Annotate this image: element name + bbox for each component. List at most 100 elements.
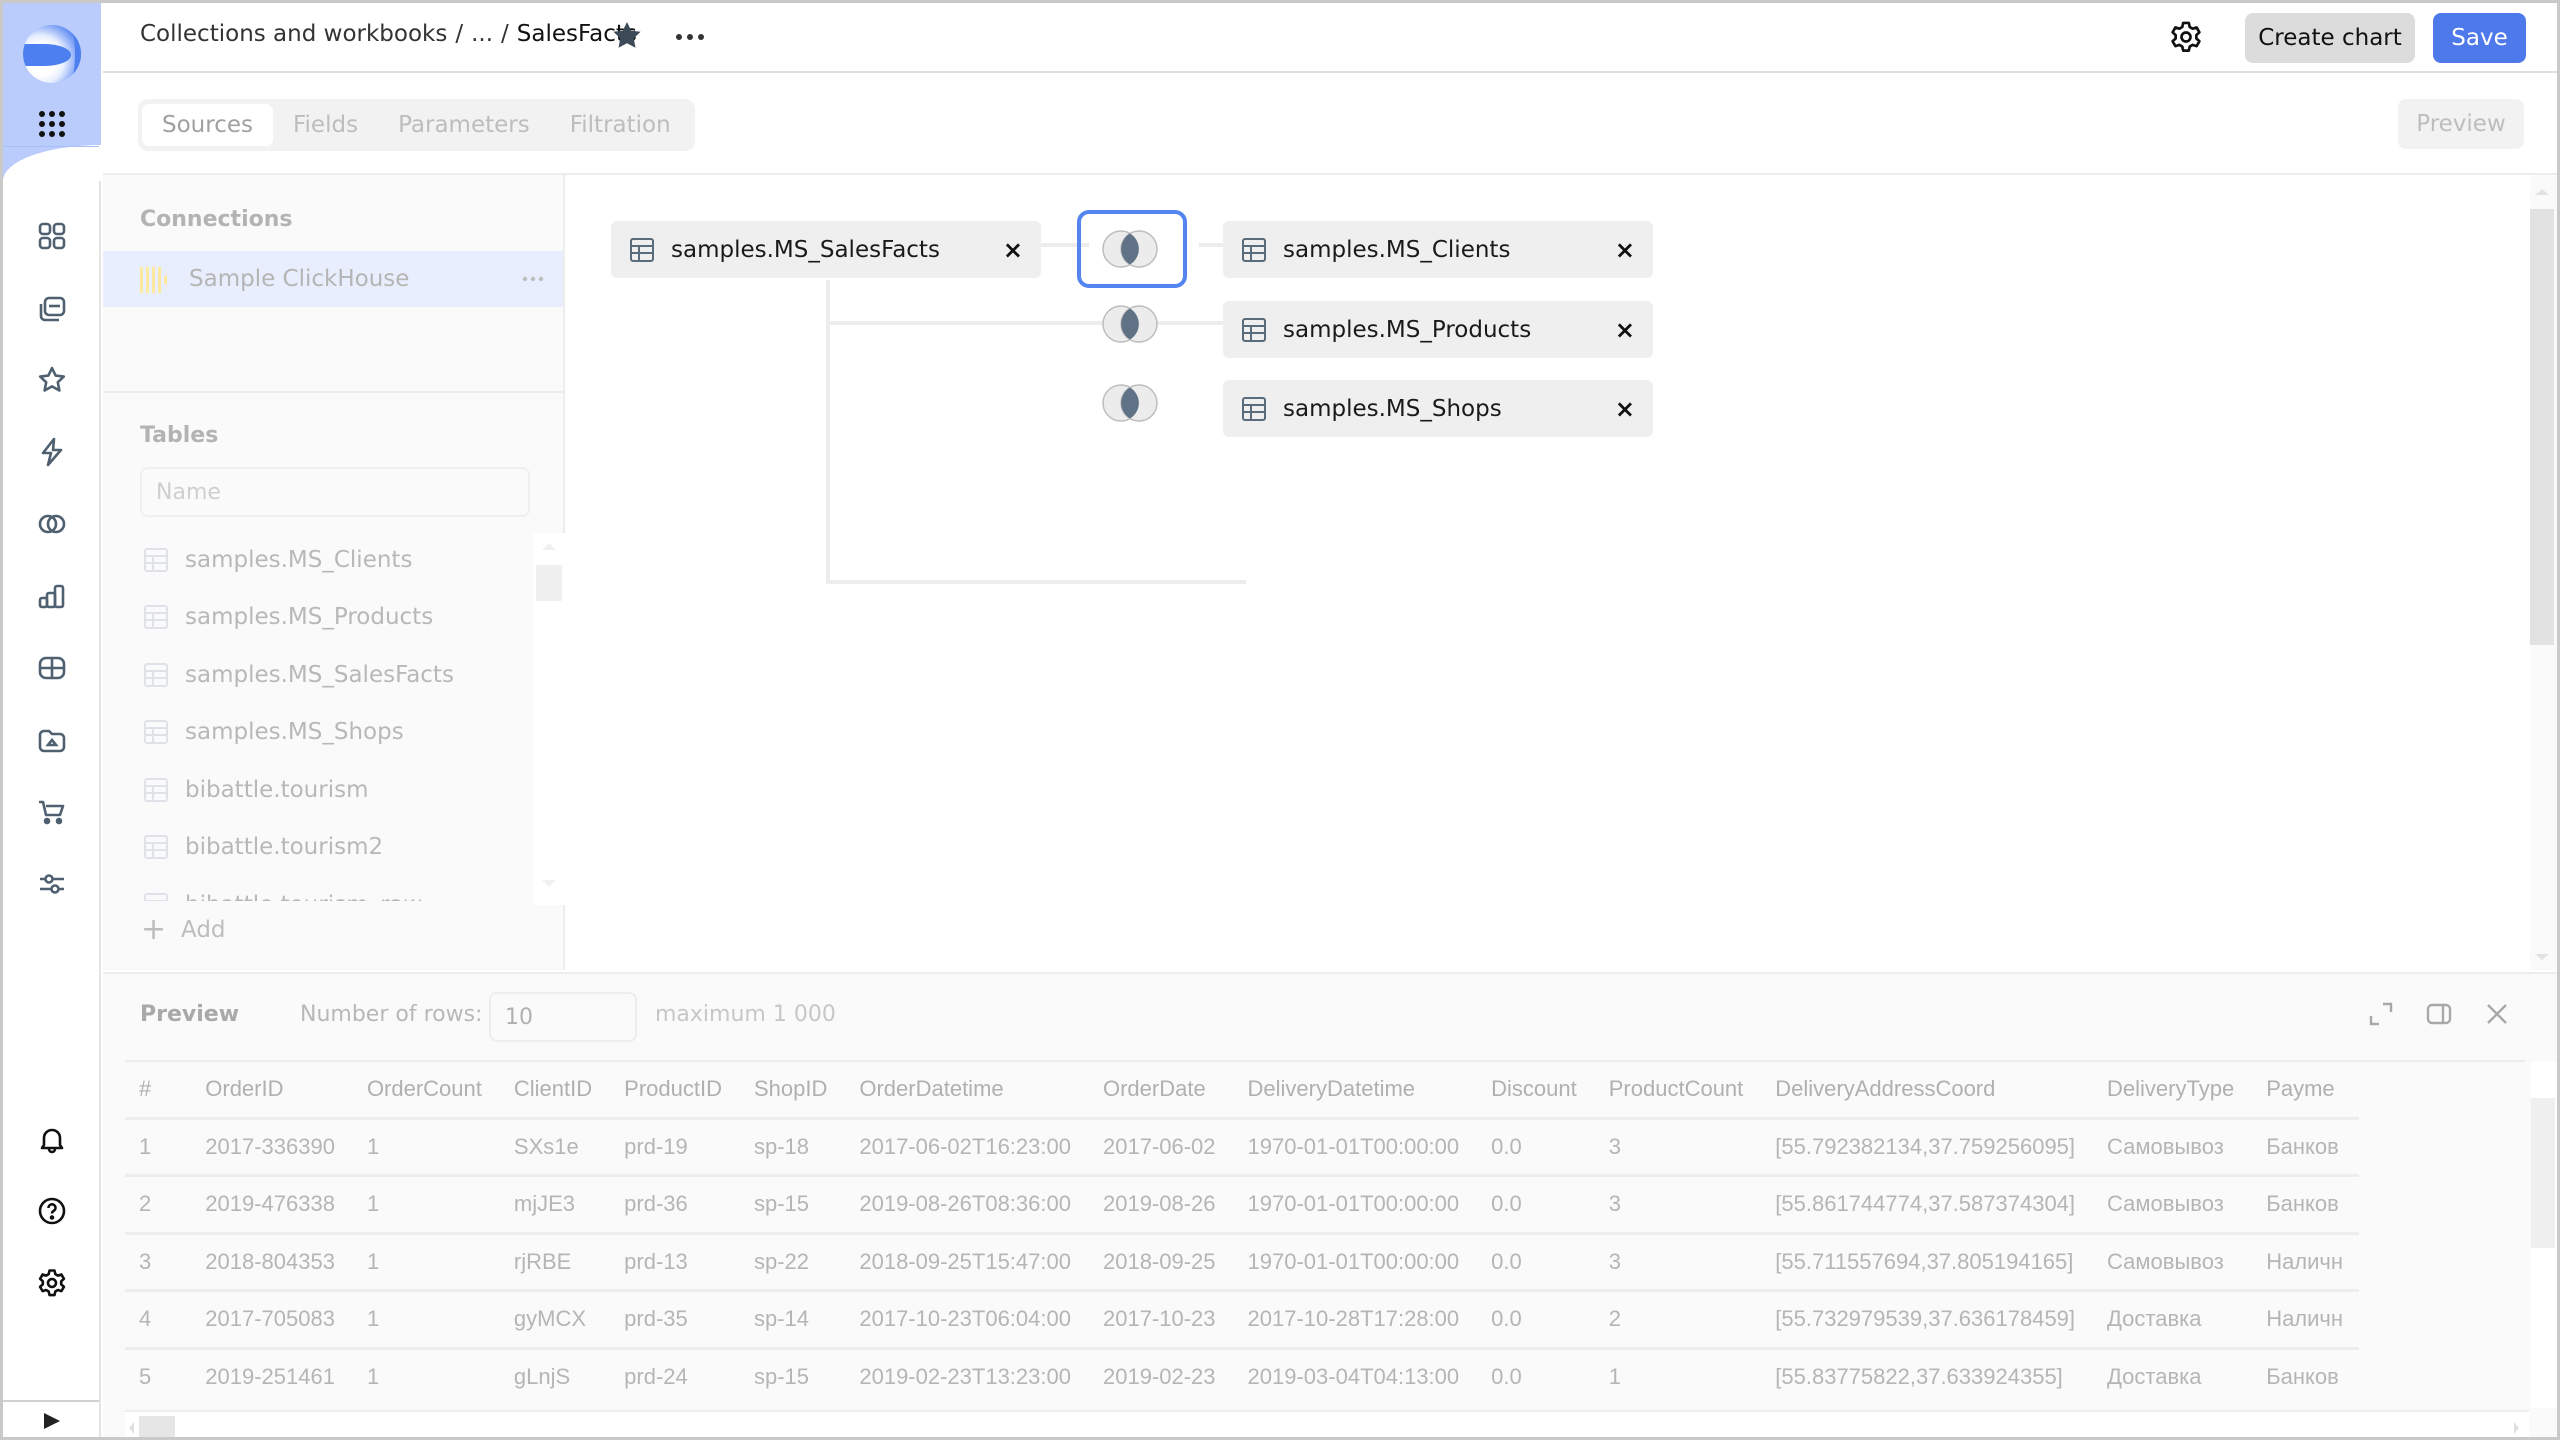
- scroll-thumb[interactable]: [2531, 1098, 2555, 1248]
- table-cell: 1970-01-01T00:00:00: [1231, 1175, 1476, 1235]
- table-cell: prd-35: [608, 1290, 738, 1350]
- column-header[interactable]: ProductCount: [1592, 1062, 1760, 1120]
- datalens-logo-icon[interactable]: [23, 25, 81, 83]
- column-header[interactable]: OrderID: [189, 1062, 351, 1120]
- dataset-settings-gear-icon[interactable]: [2168, 19, 2204, 55]
- table-cell: Самовывоз: [2091, 1118, 2251, 1177]
- collections-icon[interactable]: [33, 217, 71, 255]
- column-header[interactable]: DeliveryAddressCoord: [1759, 1062, 2092, 1120]
- remove-source-icon[interactable]: ×: [1615, 236, 1635, 264]
- tab-fields[interactable]: Fields: [273, 104, 378, 146]
- settings-gear-icon[interactable]: [33, 1264, 71, 1302]
- scroll-down-arrow[interactable]: [2535, 954, 2549, 960]
- column-header[interactable]: ProductID: [608, 1062, 738, 1120]
- apps-grid-icon[interactable]: [39, 111, 65, 137]
- tab-filtration[interactable]: Filtration: [550, 104, 691, 146]
- help-icon[interactable]: [33, 1192, 71, 1230]
- fullscreen-icon[interactable]: [2367, 1000, 2395, 1028]
- canvas-scrollbar[interactable]: [2530, 175, 2557, 970]
- join-selector-shops[interactable]: [1093, 378, 1171, 426]
- tab-sources[interactable]: Sources: [142, 104, 273, 146]
- source-node-shops[interactable]: samples.MS_Shops ×: [1223, 380, 1653, 437]
- inner-join-icon: [1102, 305, 1158, 343]
- column-header[interactable]: OrderDate: [1086, 1062, 1232, 1120]
- column-header[interactable]: OrderDatetime: [843, 1062, 1087, 1120]
- column-header[interactable]: OrderCount: [350, 1062, 498, 1120]
- preview-vertical-scrollbar[interactable]: [2531, 1062, 2557, 1408]
- table-cell: sp-15: [737, 1348, 844, 1402]
- breadcrumb: Collections and workbooks / ... / SalesF…: [140, 21, 637, 47]
- source-node-products[interactable]: samples.MS_Products ×: [1223, 301, 1653, 358]
- notifications-bell-icon[interactable]: [33, 1120, 71, 1158]
- source-node-root[interactable]: samples.MS_SalesFacts ×: [611, 221, 1041, 278]
- join-selector-products[interactable]: [1093, 299, 1171, 347]
- table-list-item[interactable]: samples.MS_Products: [103, 589, 533, 647]
- create-chart-button[interactable]: Create chart: [2245, 13, 2415, 63]
- scroll-up-arrow[interactable]: [2535, 189, 2549, 195]
- table-list-item[interactable]: samples.MS_Clients: [103, 531, 533, 589]
- table-list-item[interactable]: samples.MS_Shops: [103, 704, 533, 762]
- table-cell: Самовывоз: [2091, 1175, 2251, 1235]
- favorites-icon[interactable]: [33, 361, 71, 399]
- breadcrumb-collections[interactable]: Collections and workbooks: [140, 21, 447, 47]
- scroll-thumb[interactable]: [2530, 209, 2554, 645]
- column-header[interactable]: ClientID: [497, 1062, 609, 1120]
- table-cell: 3: [1592, 1175, 1760, 1235]
- table-search-input[interactable]: [140, 467, 530, 517]
- scroll-up-arrow[interactable]: [542, 543, 556, 550]
- tables-scrollbar[interactable]: [533, 533, 565, 905]
- table-cell: [55.861744774,37.587374304]: [1759, 1175, 2092, 1235]
- scroll-thumb[interactable]: [536, 565, 562, 601]
- workbooks-icon[interactable]: [33, 289, 71, 327]
- table-cell: prd-36: [608, 1175, 738, 1235]
- column-header[interactable]: DeliveryType: [2091, 1062, 2251, 1120]
- scroll-thumb[interactable]: [139, 1416, 175, 1437]
- preview-horizontal-scrollbar[interactable]: [125, 1410, 2529, 1437]
- column-header[interactable]: Discount: [1475, 1062, 1593, 1120]
- connections-lightning-icon[interactable]: [33, 433, 71, 471]
- tab-parameters[interactable]: Parameters: [378, 104, 550, 146]
- remove-source-icon[interactable]: ×: [1615, 395, 1635, 423]
- table-cell: 3: [1592, 1118, 1760, 1177]
- scroll-right-arrow[interactable]: [2514, 1422, 2519, 1434]
- more-actions-icon[interactable]: [673, 27, 707, 47]
- settings-sliders-icon[interactable]: [33, 865, 71, 903]
- column-header[interactable]: Payme: [2250, 1062, 2360, 1120]
- scroll-left-arrow[interactable]: [129, 1422, 134, 1434]
- split-view-icon[interactable]: [2425, 1000, 2453, 1028]
- table-list-item[interactable]: bibattle.tourism2: [103, 819, 533, 877]
- table-cell: 0.0: [1475, 1118, 1593, 1177]
- source-node-clients[interactable]: samples.MS_Clients ×: [1223, 221, 1653, 278]
- table-list-item[interactable]: samples.MS_SalesFacts: [103, 646, 533, 704]
- remove-source-icon[interactable]: ×: [1003, 236, 1023, 264]
- table-cell: 2018-09-25: [1086, 1233, 1232, 1292]
- remove-source-icon[interactable]: ×: [1615, 316, 1635, 344]
- join-selector-clients[interactable]: [1077, 210, 1187, 288]
- marketplace-cart-icon[interactable]: [33, 793, 71, 831]
- add-source-button[interactable]: + Add: [141, 915, 226, 945]
- favorite-star-icon[interactable]: [610, 19, 644, 53]
- rows-count-input[interactable]: [489, 992, 637, 1042]
- column-header[interactable]: #: [125, 1062, 190, 1120]
- datasets-icon[interactable]: [33, 505, 71, 543]
- charts-icon[interactable]: [33, 577, 71, 615]
- panel-divider: [103, 391, 563, 393]
- preview-toggle-button[interactable]: Preview: [2398, 99, 2524, 149]
- table-list-item[interactable]: bibattle.tourism: [103, 761, 533, 819]
- expand-rail-icon[interactable]: [41, 1411, 63, 1431]
- connection-more-icon[interactable]: [521, 267, 545, 291]
- table-cell: 1: [125, 1118, 190, 1177]
- column-header[interactable]: ShopID: [737, 1062, 844, 1120]
- cloud-folder-icon[interactable]: [33, 721, 71, 759]
- dashboards-icon[interactable]: [33, 649, 71, 687]
- close-preview-icon[interactable]: [2483, 1000, 2511, 1028]
- column-header[interactable]: DeliveryDatetime: [1231, 1062, 1476, 1120]
- table-cell: 1: [350, 1233, 498, 1292]
- table-list-item[interactable]: bibattle.tourism_raw: [103, 876, 533, 901]
- save-button[interactable]: Save: [2433, 13, 2526, 63]
- breadcrumb-ellipsis[interactable]: ...: [471, 21, 493, 47]
- source-node-label: samples.MS_Shops: [1283, 395, 1502, 422]
- connection-item[interactable]: Sample ClickHouse: [103, 251, 563, 307]
- scroll-down-arrow[interactable]: [542, 880, 556, 887]
- table-cell: 5: [125, 1348, 190, 1402]
